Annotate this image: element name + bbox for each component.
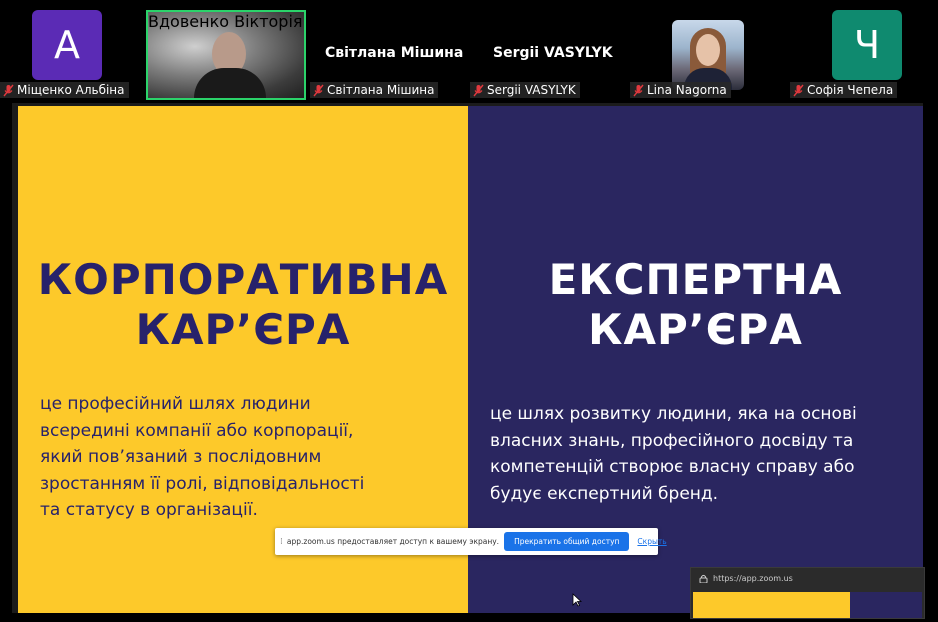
mic-muted-icon: [313, 84, 324, 96]
participant-name: Sergii VASYLYK: [487, 83, 576, 97]
participant-strip: А Міщенко Альбіна Вдовенко Вікторія Світ…: [0, 0, 938, 103]
participant-video-tile[interactable]: Вдовенко Вікторія: [146, 10, 306, 100]
mic-muted-icon: [793, 84, 804, 96]
slide-description-expert: це шлях розвитку людини, яка на основі в…: [490, 404, 857, 504]
participant-tile[interactable]: Sergii VASYLYK: [470, 10, 626, 100]
heading-text: ЕКСПЕРТНА КАР’ЄРА: [548, 255, 843, 354]
mini-window-titlebar: https://app.zoom.us: [691, 568, 924, 588]
participant-tile[interactable]: Світлана Мішина: [310, 10, 466, 100]
slide-heading-expert: ЕКСПЕРТНА КАР’ЄРА: [468, 255, 923, 355]
mini-window-url: https://app.zoom.us: [713, 573, 793, 583]
mini-slide-left: [693, 592, 850, 618]
participant-name: Lina Nagorna: [647, 83, 727, 97]
screen-share-banner: ⁞ app.zoom.us предоставляет доступ к ваш…: [275, 528, 667, 555]
slide-heading-corporate: КОРПОРАТИВНА КАР’ЄРА: [18, 255, 468, 355]
participant-name-tag: Sergii VASYLYK: [470, 82, 580, 98]
participant-name: Світлана Мішина: [327, 83, 435, 97]
mic-muted-icon: [473, 84, 484, 96]
mouse-cursor-icon: [572, 593, 582, 607]
participant-tile[interactable]: Софія Чепела: [790, 10, 938, 100]
mic-muted-icon: [633, 84, 644, 96]
participant-name: Міщенко Альбіна: [17, 83, 125, 97]
share-banner-message: app.zoom.us предоставляет доступ к вашем…: [286, 537, 500, 546]
drag-handle-icon[interactable]: ⁞: [280, 537, 283, 547]
participant-name: Вдовенко Вікторія: [148, 12, 303, 31]
participant-name-tag: Міщенко Альбіна: [0, 82, 129, 98]
participant-name: Софія Чепела: [807, 83, 894, 97]
hide-banner-link[interactable]: Скрыть: [637, 537, 666, 546]
participant-tile[interactable]: Міщенко Альбіна: [0, 10, 156, 100]
mic-muted-icon: [3, 84, 14, 96]
mini-slide-right: [850, 592, 922, 618]
stop-sharing-button[interactable]: Прекратить общий доступ: [504, 532, 630, 551]
participant-name-tag: Lina Nagorna: [630, 82, 731, 98]
participant-tile[interactable]: Lina Nagorna: [630, 10, 786, 100]
participant-name-tag: Світлана Мішина: [310, 82, 439, 98]
heading-text: КОРПОРАТИВНА КАР’ЄРА: [37, 255, 449, 354]
participant-name-tag: Вдовенко Вікторія: [148, 12, 304, 31]
participant-video-body: [194, 68, 266, 98]
mini-preview-window[interactable]: https://app.zoom.us: [690, 567, 925, 619]
slide-description-corporate: це професійний шлях людини всередині ком…: [40, 394, 365, 520]
lock-icon: [699, 574, 708, 583]
participant-name-tag: Софія Чепела: [790, 82, 898, 98]
